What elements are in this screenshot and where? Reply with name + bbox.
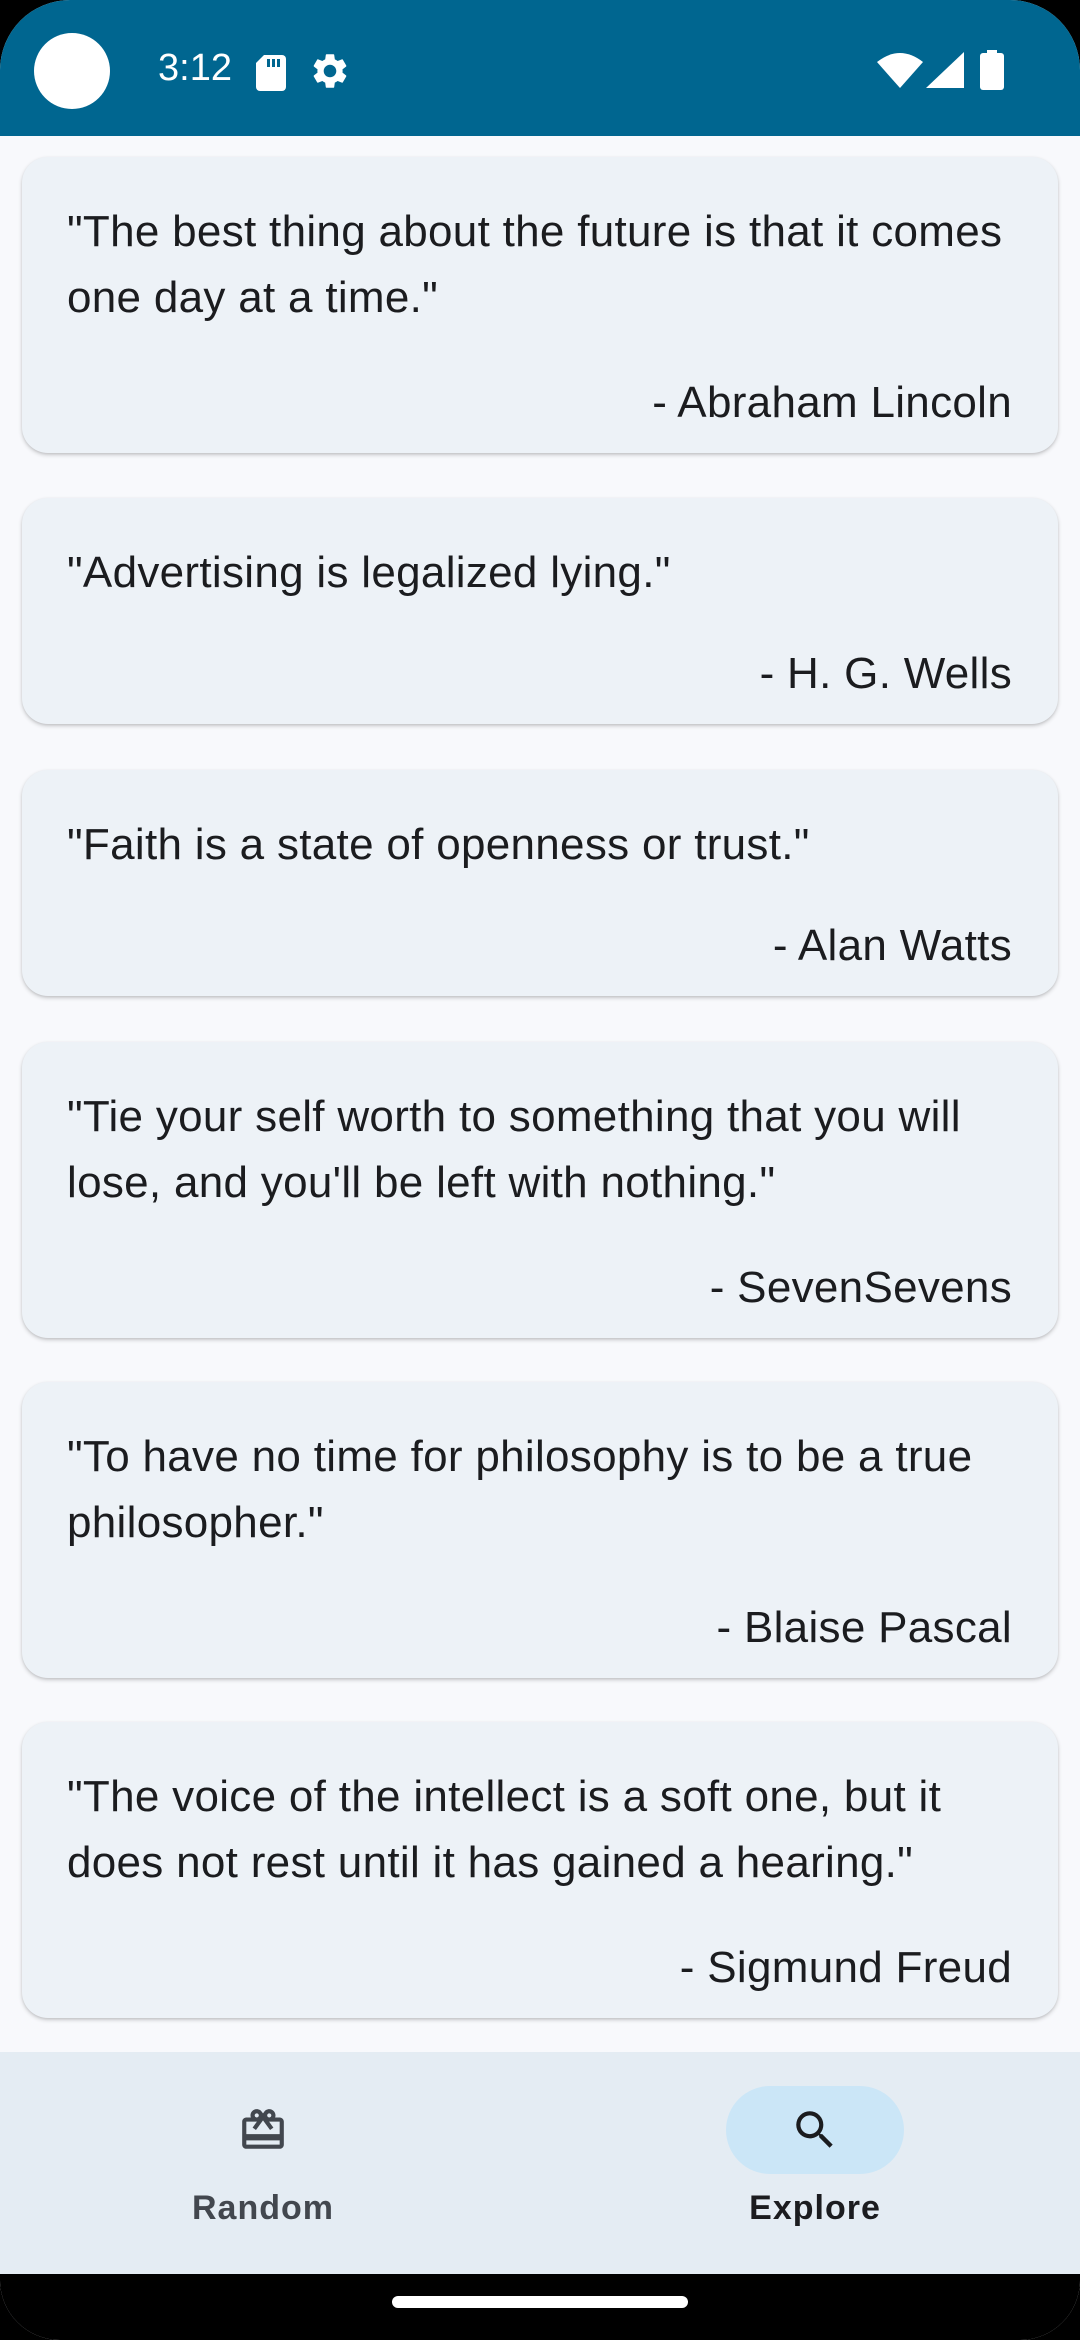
quote-text: "Tie your self worth to something that y… (67, 1092, 961, 1207)
gift-icon (242, 2109, 284, 2149)
gear-icon (313, 54, 347, 88)
nav-item-explore[interactable]: Explore (690, 2086, 940, 2246)
wifi-icon (877, 53, 923, 88)
phone-screen: 3:12 "The best thing about the future is… (0, 0, 1080, 2340)
search-icon (796, 2111, 833, 2148)
quote-card[interactable]: "The voice of the intellect is a soft on… (22, 1722, 1058, 2018)
quote-text: "The best thing about the future is that… (67, 207, 1003, 322)
bottom-navigation: Random Explore (0, 2052, 1080, 2274)
signal-icon (926, 52, 964, 88)
quote-card[interactable]: "To have no time for philosophy is to be… (22, 1382, 1058, 1678)
quote-text: "The voice of the intellect is a soft on… (67, 1772, 942, 1887)
sd-card-icon (256, 55, 286, 91)
quote-list[interactable]: "The best thing about the future is that… (0, 136, 1080, 2052)
quote-author: - Abraham Lincoln (652, 378, 1012, 427)
quote-author: - H. G. Wells (759, 649, 1012, 698)
quote-author: - SevenSevens (709, 1263, 1012, 1312)
status-time: 3:12 (158, 47, 232, 89)
status-bar: 3:12 (0, 0, 1080, 136)
gesture-bar (0, 2274, 1080, 2340)
quote-text: "Advertising is legalized lying." (67, 548, 671, 597)
quote-text: "To have no time for philosophy is to be… (67, 1432, 973, 1547)
quote-card[interactable]: "Advertising is legalized lying." - H. G… (22, 498, 1058, 724)
battery-icon (980, 50, 1004, 90)
quote-text: "Faith is a state of openness or trust." (67, 820, 810, 869)
quote-author: - Alan Watts (772, 921, 1012, 970)
quote-author: - Sigmund Freud (679, 1943, 1012, 1992)
quote-card[interactable]: "Faith is a state of openness or trust."… (22, 770, 1058, 996)
nav-label-random: Random (192, 2189, 334, 2227)
quote-card[interactable]: "Tie your self worth to something that y… (22, 1042, 1058, 1338)
camera-cutout (34, 33, 110, 109)
quote-card[interactable]: "The best thing about the future is that… (22, 157, 1058, 453)
quote-author: - Blaise Pascal (716, 1603, 1012, 1652)
nav-label-explore: Explore (749, 2189, 881, 2227)
nav-item-random[interactable]: Random (138, 2086, 388, 2246)
home-indicator[interactable] (392, 2296, 688, 2308)
